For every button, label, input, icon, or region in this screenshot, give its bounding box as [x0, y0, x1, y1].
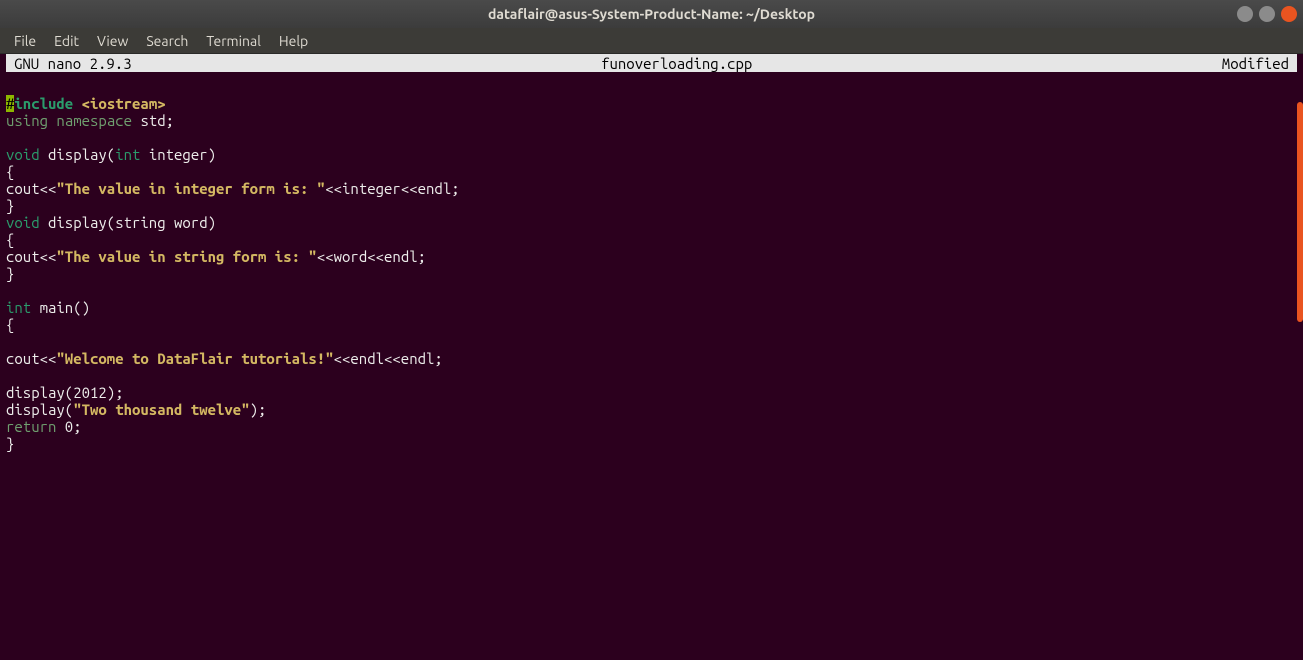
code-line: { — [6, 163, 14, 180]
code-line: cout<<"Welcome to DataFlair tutorials!"<… — [6, 350, 443, 367]
nano-status-bar: GNU nano 2.9.3 funoverloading.cpp Modifi… — [6, 54, 1297, 72]
menu-help[interactable]: Help — [271, 30, 316, 52]
code-line: #include <iostream> — [6, 95, 166, 112]
scrollbar-handle[interactable] — [1297, 102, 1303, 322]
nano-filename: funoverloading.cpp — [132, 55, 1222, 72]
tok-void: void — [6, 214, 40, 231]
minimize-icon[interactable] — [1237, 6, 1253, 22]
code-line: void display(string word) — [6, 214, 216, 231]
menu-terminal[interactable]: Terminal — [198, 30, 269, 52]
tok-int: int — [6, 299, 31, 316]
code-line: display("Two thousand twelve"); — [6, 401, 266, 418]
code-line: { — [6, 231, 14, 248]
nano-version: GNU nano 2.9.3 — [6, 55, 132, 72]
code-line: using namespace std; — [6, 112, 174, 129]
code-line: } — [6, 265, 14, 282]
tok-namespace: namespace — [56, 112, 132, 129]
window-titlebar: dataflair@asus-System-Product-Name: ~/De… — [0, 0, 1303, 28]
nano-modified-status: Modified — [1222, 55, 1297, 72]
tok-return: return — [6, 418, 56, 435]
close-icon[interactable] — [1281, 6, 1297, 22]
tok-void: void — [6, 146, 40, 163]
tok-string: "Welcome to DataFlair tutorials!" — [56, 350, 333, 367]
tok-int: int — [115, 146, 140, 163]
tok-string: "The value in integer form is: " — [56, 180, 325, 197]
code-line: int main() — [6, 299, 90, 316]
menu-edit[interactable]: Edit — [46, 30, 87, 52]
code-line: cout<<"The value in integer form is: "<<… — [6, 180, 460, 197]
code-line: display(2012); — [6, 384, 124, 401]
tok-header: <iostream> — [82, 95, 166, 112]
menu-search[interactable]: Search — [138, 30, 196, 52]
code-line: void display(int integer) — [6, 146, 216, 163]
window-title: dataflair@asus-System-Product-Name: ~/De… — [488, 6, 815, 22]
code-line: { — [6, 316, 14, 333]
window-controls — [1237, 6, 1297, 22]
code-line: } — [6, 197, 14, 214]
menu-file[interactable]: File — [6, 30, 44, 52]
code-line: return 0; — [6, 418, 82, 435]
tok-string: "Two thousand twelve" — [73, 401, 249, 418]
menubar: File Edit View Search Terminal Help — [0, 28, 1303, 54]
tok-using: using — [6, 112, 48, 129]
editor-area[interactable]: #include <iostream> using namespace std;… — [0, 72, 1303, 660]
code-line: cout<<"The value in string form is: "<<w… — [6, 248, 426, 265]
tok-include: include — [14, 95, 73, 112]
code-line: } — [6, 435, 14, 452]
menu-view[interactable]: View — [89, 30, 136, 52]
maximize-icon[interactable] — [1259, 6, 1275, 22]
tok-string: "The value in string form is: " — [56, 248, 316, 265]
